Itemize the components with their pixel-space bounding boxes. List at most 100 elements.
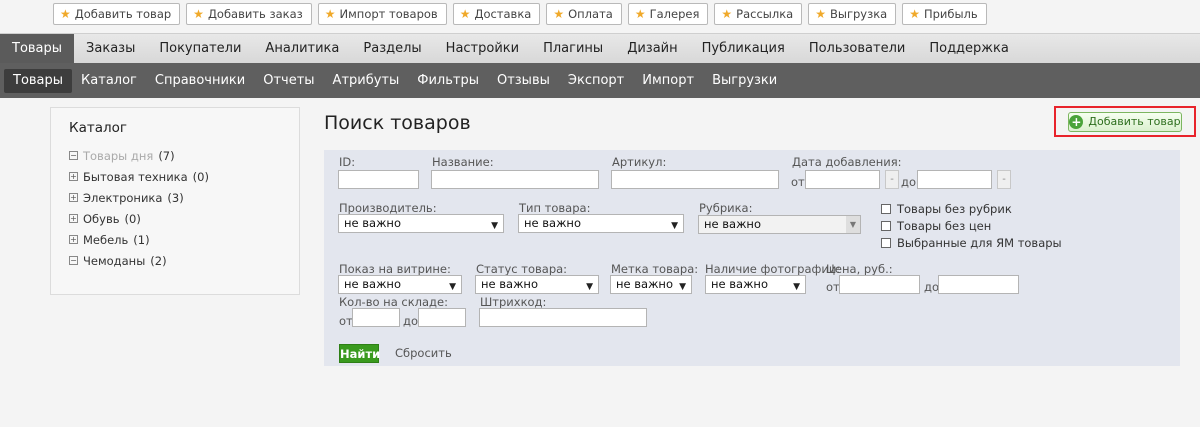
expand-icon[interactable]: + — [69, 172, 78, 181]
chevron-down-icon: ▼ — [491, 221, 498, 231]
sub-nav-attributes[interactable]: Атрибуты — [324, 69, 409, 93]
sku-label: Артикул: — [612, 155, 667, 169]
checkbox-box[interactable] — [881, 221, 891, 231]
catalog-item[interactable]: + Электроника (3) — [69, 187, 281, 208]
sub-nav-import[interactable]: Импорт — [633, 69, 703, 93]
add-product-highlight: + Добавить товар — [1054, 106, 1196, 137]
quick-import-products-button[interactable]: ★ Импорт товаров — [317, 3, 447, 25]
date-to-picker-button[interactable]: - — [997, 170, 1011, 189]
ym-checkbox[interactable]: Выбранные для ЯМ товары — [881, 236, 1062, 250]
plus-circle-icon: + — [1069, 114, 1084, 129]
star-icon: ★ — [815, 7, 826, 21]
name-label: Название: — [432, 155, 494, 169]
reset-link[interactable]: Сбросить — [395, 346, 452, 360]
sub-nav: Товары Каталог Справочники Отчеты Атрибу… — [0, 63, 1200, 98]
rubric-select[interactable]: не важно ▼ — [698, 215, 861, 234]
price-from-label: от — [826, 280, 840, 294]
catalog-item[interactable]: − Товары дня (7) — [69, 145, 281, 166]
quick-payment-button[interactable]: ★ Оплата — [546, 3, 622, 25]
stock-to-label: до — [403, 314, 418, 328]
main-nav-orders[interactable]: Заказы — [74, 34, 147, 63]
quick-actions-bar: ★ Добавить товар ★ Добавить заказ ★ Импорт … — [53, 3, 987, 25]
sku-input[interactable] — [611, 170, 779, 189]
search-form: ID: Название: Артикул: Дата добавления: … — [324, 150, 1180, 366]
sub-nav-reviews[interactable]: Отзывы — [488, 69, 559, 93]
showcase-label: Показ на витрине: — [339, 262, 451, 276]
date-from-picker-button[interactable]: - — [885, 170, 899, 189]
price-to-label: до — [924, 280, 939, 294]
sub-nav-references[interactable]: Справочники — [146, 69, 254, 93]
expand-icon[interactable]: + — [69, 214, 78, 223]
sub-nav-filters[interactable]: Фильтры — [408, 69, 488, 93]
sub-nav-export[interactable]: Экспорт — [559, 69, 633, 93]
quick-delivery-button[interactable]: ★ Доставка — [452, 3, 541, 25]
mark-select[interactable]: не важно ▼ — [610, 275, 692, 294]
quick-profit-button[interactable]: ★ Прибыль — [902, 3, 987, 25]
quick-export-button[interactable]: ★ Выгрузка — [808, 3, 897, 25]
main-nav-support[interactable]: Поддержка — [917, 34, 1021, 63]
no-price-checkbox[interactable]: Товары без цен — [881, 219, 991, 233]
stock-to-input[interactable] — [418, 308, 466, 327]
rubric-label: Рубрика: — [699, 201, 753, 215]
catalog-item[interactable]: + Бытовая техника (0) — [69, 166, 281, 187]
date-to-input[interactable] — [917, 170, 992, 189]
photo-select[interactable]: не важно ▼ — [705, 275, 806, 294]
id-label: ID: — [339, 155, 356, 169]
expand-icon[interactable]: + — [69, 193, 78, 202]
collapse-icon[interactable]: − — [69, 151, 78, 160]
no-rubric-checkbox[interactable]: Товары без рубрик — [881, 202, 1012, 216]
chevron-down-icon: ▼ — [449, 282, 456, 292]
add-product-button[interactable]: + Добавить товар — [1068, 111, 1182, 132]
catalog-item[interactable]: − Чемоданы (2) — [69, 250, 281, 271]
main-nav-sections[interactable]: Разделы — [351, 34, 433, 63]
sub-nav-catalog[interactable]: Каталог — [72, 69, 146, 93]
sub-nav-reports[interactable]: Отчеты — [254, 69, 323, 93]
star-icon: ★ — [60, 7, 71, 21]
showcase-select[interactable]: не важно ▼ — [338, 275, 462, 294]
quick-add-product-button[interactable]: ★ Добавить товар — [53, 3, 181, 25]
chevron-down-icon: ▼ — [679, 282, 686, 292]
main-nav-publication[interactable]: Публикация — [690, 34, 797, 63]
expand-icon[interactable]: + — [69, 235, 78, 244]
main-nav-products[interactable]: Товары — [0, 34, 75, 63]
quick-mailing-button[interactable]: ★ Рассылка — [714, 3, 803, 25]
date-from-input[interactable] — [805, 170, 880, 189]
price-to-input[interactable] — [938, 275, 1019, 294]
photo-label: Наличие фотографии: — [705, 262, 841, 276]
stock-from-input[interactable] — [352, 308, 400, 327]
checkbox-box[interactable] — [881, 204, 891, 214]
quick-gallery-button[interactable]: ★ Галерея — [627, 3, 709, 25]
star-icon: ★ — [634, 7, 646, 21]
chevron-down-icon: ▼ — [586, 282, 593, 292]
name-input[interactable] — [431, 170, 599, 189]
price-from-input[interactable] — [839, 275, 920, 294]
main-nav-users[interactable]: Пользователи — [797, 34, 918, 63]
date-from-label: от — [791, 175, 805, 189]
manufacturer-select[interactable]: не важно ▼ — [338, 214, 504, 233]
type-select[interactable]: не важно ▼ — [518, 214, 684, 233]
barcode-input[interactable] — [479, 308, 647, 327]
status-label: Статус товара: — [476, 262, 568, 276]
status-select[interactable]: не важно ▼ — [475, 275, 599, 294]
sub-nav-products[interactable]: Товары — [4, 68, 73, 93]
sub-nav-uploads[interactable]: Выгрузки — [703, 69, 786, 93]
find-button[interactable]: Найти — [339, 344, 380, 363]
main-nav-settings[interactable]: Настройки — [434, 34, 531, 63]
collapse-icon[interactable]: − — [69, 256, 78, 265]
type-label: Тип товара: — [519, 201, 591, 215]
chevron-down-icon: ▼ — [846, 216, 860, 233]
quick-add-order-button[interactable]: ★ Добавить заказ — [186, 3, 312, 25]
barcode-label: Штрихкод: — [480, 295, 547, 309]
date-label: Дата добавления: — [792, 155, 902, 169]
id-input[interactable] — [338, 170, 419, 189]
catalog-item[interactable]: + Обувь (0) — [69, 208, 281, 229]
catalog-item[interactable]: + Мебель (1) — [69, 229, 281, 250]
main-nav-design[interactable]: Дизайн — [615, 34, 689, 63]
main-nav-customers[interactable]: Покупатели — [147, 34, 253, 63]
chevron-down-icon: ▼ — [793, 282, 800, 292]
date-to-label: до — [901, 175, 916, 189]
main-nav-analytics[interactable]: Аналитика — [253, 34, 351, 63]
star-icon: ★ — [553, 7, 565, 21]
checkbox-box[interactable] — [881, 238, 891, 248]
main-nav-plugins[interactable]: Плагины — [531, 34, 615, 63]
